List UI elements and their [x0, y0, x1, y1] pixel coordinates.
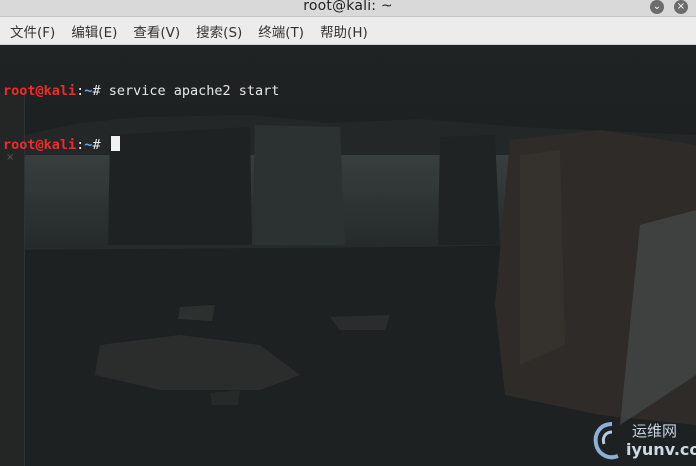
watermark-line2: iyunv.com — [626, 440, 696, 459]
watermark-line1: 运维网 — [632, 422, 678, 440]
terminal-line: root@kali:~# — [3, 136, 279, 154]
menu-edit[interactable]: 编辑(E) — [65, 21, 123, 41]
terminal-output: root@kali:~# service apache2 start root@… — [3, 46, 279, 190]
close-button[interactable]: × — [674, 0, 688, 14]
title-bar: root@kali: ~ ⌄ × — [0, 0, 696, 17]
minimize-button[interactable]: ⌄ — [650, 0, 664, 14]
prompt-user: root@kali — [3, 137, 77, 153]
prompt-symbol: # — [92, 83, 109, 99]
menu-view[interactable]: 查看(V) — [127, 21, 186, 41]
prompt-symbol: # — [92, 137, 109, 153]
menu-help[interactable]: 帮助(H) — [314, 21, 374, 41]
watermark-logo: 运维网 iyunv.com — [592, 418, 696, 462]
terminal-area[interactable]: × root@kali:~# service apache2 start roo… — [0, 45, 696, 466]
text-cursor — [110, 136, 120, 151]
command-text: service apache2 start — [108, 83, 280, 99]
menu-file[interactable]: 文件(F) — [4, 21, 61, 41]
terminal-line: root@kali:~# service apache2 start — [3, 82, 279, 100]
window-title: root@kali: ~ — [303, 0, 393, 14]
menu-bar: 文件(F) 编辑(E) 查看(V) 搜索(S) 终端(T) 帮助(H) — [0, 17, 696, 45]
prompt-user: root@kali — [3, 83, 77, 99]
menu-search[interactable]: 搜索(S) — [190, 21, 248, 41]
menu-terminal[interactable]: 终端(T) — [252, 21, 310, 41]
